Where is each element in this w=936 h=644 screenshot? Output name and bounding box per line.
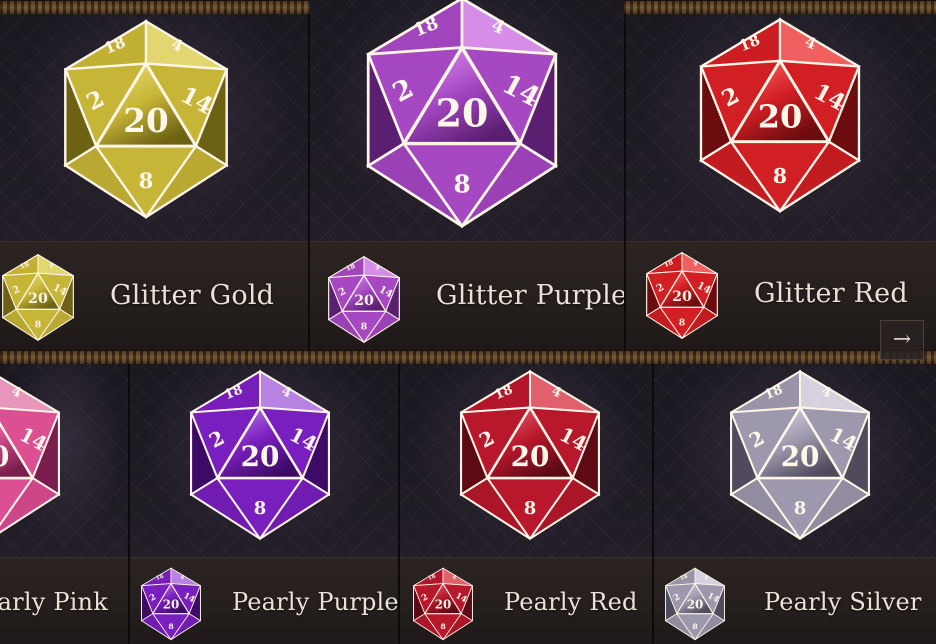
svg-text:8: 8 xyxy=(139,168,154,193)
dice-name: Glitter Red xyxy=(754,278,908,309)
svg-text:8: 8 xyxy=(773,164,787,188)
dice-name: Pearly Red xyxy=(504,588,638,616)
svg-text:20: 20 xyxy=(241,440,280,473)
d20-thumbnail-pearly-silver: 202 1418 48 xyxy=(664,567,726,641)
dice-label-bar: 20 2 14 18 4 8 Pearly Purple xyxy=(130,557,398,644)
svg-text:8: 8 xyxy=(453,169,470,198)
dice-card-pearly-pink[interactable]: 202141848 Pearly Pink xyxy=(0,364,128,644)
svg-text:8: 8 xyxy=(679,318,685,329)
svg-text:20: 20 xyxy=(758,98,802,136)
d20-preview-pearly-pink: 202141848 xyxy=(0,376,61,534)
dice-label-bar: 20 2 14 18 4 8 Pearly Silver xyxy=(654,557,936,644)
dice-label-bar: 20 2 14 18 4 8 Pearly Red xyxy=(400,557,652,644)
d20-thumbnail-glitter-purple: 202 1418 48 xyxy=(327,255,401,344)
svg-text:20: 20 xyxy=(28,291,48,307)
dice-card-pearly-red[interactable]: 20 2 14 18 4 8 20 2 14 18 4 8 Pearly Red xyxy=(400,364,652,644)
svg-text:20: 20 xyxy=(123,101,168,140)
d20-thumbnail-glitter-gold: 202 1418 48 xyxy=(1,253,75,342)
dice-row-top: 20 2 14 18 4 8 20 2 14 18 4 8 Glitter Gold 20 2 14 18… xyxy=(0,0,936,350)
svg-text:20: 20 xyxy=(511,440,550,473)
svg-text:8: 8 xyxy=(361,322,367,333)
dice-art-panel: 202141848 xyxy=(654,364,936,558)
d20-preview-pearly-silver: 202 1418 48 xyxy=(729,369,871,541)
svg-text:8: 8 xyxy=(524,498,537,519)
svg-text:8: 8 xyxy=(254,498,267,519)
svg-text:20: 20 xyxy=(672,289,692,305)
dice-art-panel: 202141848 xyxy=(310,0,624,242)
d20-thumbnail-glitter-red: 202 1418 48 xyxy=(645,251,719,340)
dice-art-panel: 202141848 xyxy=(626,14,936,242)
dice-card-pearly-silver[interactable]: 20 2 14 18 4 8 20 2 14 18 4 8 Pearly Silver xyxy=(654,364,936,644)
svg-text:20: 20 xyxy=(0,440,9,473)
arrow-right-icon: → xyxy=(892,327,912,352)
dice-card-glitter-red[interactable]: 20 2 14 18 4 8 20 2 14 18 4 8 Glitter Red xyxy=(626,14,936,350)
dice-name: Pearly Purple xyxy=(232,588,398,616)
svg-text:8: 8 xyxy=(168,622,173,631)
dice-card-glitter-gold[interactable]: 20 2 14 18 4 8 20 2 14 18 4 8 Glitter Gold xyxy=(0,14,308,350)
svg-text:20: 20 xyxy=(435,597,452,611)
dice-label-bar: 20 2 14 18 4 8 Glitter Purple xyxy=(310,241,624,350)
svg-text:20: 20 xyxy=(436,90,489,135)
dice-name: Pearly Silver xyxy=(764,588,922,616)
d20-preview-pearly-red: 202 1418 48 xyxy=(459,369,601,541)
d20-thumbnail-pearly-purple: 202 1418 48 xyxy=(140,567,202,641)
svg-text:20: 20 xyxy=(781,440,820,473)
dice-art-panel: 202141848 xyxy=(400,364,652,558)
dice-name: Glitter Gold xyxy=(110,280,275,311)
svg-text:20: 20 xyxy=(354,293,374,309)
dice-row-bottom: 202141848 Pearly Pink 202141848 20214184… xyxy=(0,350,936,644)
svg-text:8: 8 xyxy=(692,622,697,631)
dice-name: Glitter Purple xyxy=(436,280,624,311)
dice-name: Pearly Pink xyxy=(0,588,108,616)
d20-preview-glitter-purple: 202 1418 48 xyxy=(365,0,559,229)
svg-text:8: 8 xyxy=(440,622,445,631)
dice-card-glitter-purple[interactable]: 20 2 14 18 4 8 20 2 14 18 4 8 Glitter Purple xyxy=(310,0,624,350)
dice-art-panel: 202141848 xyxy=(130,364,398,558)
svg-text:20: 20 xyxy=(687,597,704,611)
svg-text:20: 20 xyxy=(163,597,180,611)
dice-card-pearly-purple[interactable]: 20 2 14 18 4 8 20 2 14 18 4 8 Pearly Purple xyxy=(130,364,398,644)
dice-art-panel: 202141848 xyxy=(0,14,308,242)
d20-preview-glitter-red: 202 1418 48 xyxy=(698,17,862,214)
dice-art-panel: 202141848 xyxy=(0,364,128,558)
dice-label-bar: Pearly Pink xyxy=(0,557,128,644)
d20-preview-pearly-purple: 202 1418 48 xyxy=(189,369,331,541)
svg-text:8: 8 xyxy=(794,498,807,519)
svg-text:8: 8 xyxy=(35,320,41,331)
next-page-button[interactable]: → xyxy=(880,320,924,360)
dice-label-bar: 20 2 14 18 4 8 Glitter Gold xyxy=(0,241,308,350)
d20-thumbnail-pearly-red: 202 1418 48 xyxy=(412,567,474,641)
d20-preview-glitter-gold: 202 1418 48 xyxy=(63,19,229,220)
